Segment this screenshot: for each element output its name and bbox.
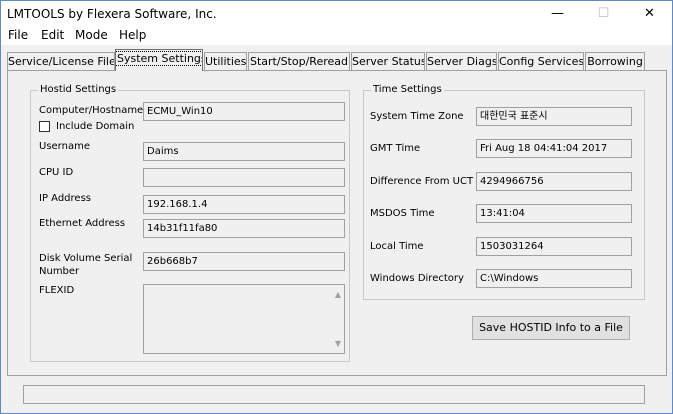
tab-start-stop-reread[interactable]: Start/Stop/Reread	[248, 52, 350, 71]
flexid-list[interactable]: ▲ ▼	[143, 284, 345, 354]
ip-address-field[interactable]: 192.168.1.4	[143, 195, 345, 214]
msdos-time-field[interactable]: 13:41:04	[476, 204, 632, 223]
disk-volume-serial-field[interactable]: 26b668b7	[143, 252, 345, 271]
window-title: LMTOOLS by Flexera Software, Inc.	[7, 7, 217, 21]
menu-edit[interactable]: Edit	[41, 28, 64, 42]
menu-file[interactable]: File	[8, 28, 28, 42]
windows-directory-field[interactable]: C:\Windows	[476, 269, 632, 288]
difference-from-uct-label: Difference From UCT	[370, 176, 474, 187]
tab-utilities[interactable]: Utilities	[204, 52, 247, 71]
tab-system-settings[interactable]: System Settings	[115, 49, 203, 71]
computer-hostname-field[interactable]: ECMU_Win10	[143, 102, 345, 121]
difference-from-uct-field[interactable]: 4294966756	[476, 172, 632, 191]
hostid-settings-title: Hostid Settings	[38, 84, 119, 95]
menu-bar: File Edit Mode Help	[1, 27, 672, 45]
disk-volume-serial-label-line2: Number	[39, 266, 80, 277]
gmt-time-label: GMT Time	[370, 143, 421, 154]
local-time-field[interactable]: 1503031264	[476, 237, 632, 256]
tab-server-status[interactable]: Server Status	[351, 52, 425, 71]
time-settings-group: Time Settings System Time Zone 대한민국 표준시 …	[363, 84, 645, 300]
tab-label: Server Status	[352, 55, 425, 68]
include-domain-label: Include Domain	[56, 121, 135, 132]
tab-borrowing[interactable]: Borrowing	[585, 52, 645, 71]
title-bar: LMTOOLS by Flexera Software, Inc. — ☐ ✕	[1, 1, 672, 27]
tab-label: Service/License File	[8, 55, 115, 68]
close-button[interactable]: ✕	[627, 1, 672, 27]
tab-label: Config Services	[499, 55, 584, 68]
tab-label: Server Diags	[427, 55, 497, 68]
username-label: Username	[39, 141, 90, 152]
system-time-zone-field[interactable]: 대한민국 표준시	[476, 107, 632, 126]
maximize-button[interactable]: ☐	[581, 1, 626, 27]
tab-label: Start/Stop/Reread	[250, 55, 348, 68]
gmt-time-field[interactable]: Fri Aug 18 04:41:04 2017	[476, 139, 632, 158]
computer-hostname-label: Computer/Hostname	[39, 105, 144, 116]
status-bar	[23, 385, 645, 404]
ethernet-address-label: Ethernet Address	[39, 218, 126, 229]
ip-address-label: IP Address	[39, 193, 91, 204]
save-hostid-button[interactable]: Save HOSTID Info to a File	[472, 316, 630, 340]
hostid-settings-group: Hostid Settings Computer/Hostname ECMU_W…	[30, 84, 350, 362]
username-field[interactable]: Daims	[143, 142, 345, 161]
menu-help[interactable]: Help	[119, 28, 146, 42]
menu-mode[interactable]: Mode	[75, 28, 108, 42]
tab-label: Utilities	[205, 55, 247, 68]
cpu-id-label: CPU ID	[39, 167, 74, 178]
msdos-time-label: MSDOS Time	[370, 208, 435, 219]
cpu-id-field[interactable]	[143, 168, 345, 187]
minimize-button[interactable]: —	[535, 1, 580, 27]
tab-label: Borrowing	[587, 55, 643, 68]
tab-server-diags[interactable]: Server Diags	[426, 52, 497, 71]
tab-strip: Service/License File System Settings Uti…	[7, 49, 667, 71]
local-time-label: Local Time	[370, 241, 424, 252]
tab-label: System Settings	[116, 51, 202, 66]
scroll-up-icon[interactable]: ▲	[335, 290, 341, 299]
scroll-down-icon[interactable]: ▼	[335, 339, 341, 348]
windows-directory-label: Windows Directory	[370, 273, 464, 284]
tab-config-services[interactable]: Config Services	[498, 52, 584, 71]
time-settings-title: Time Settings	[371, 84, 444, 95]
lmtools-window: LMTOOLS by Flexera Software, Inc. — ☐ ✕ …	[0, 0, 673, 414]
ethernet-address-field[interactable]: 14b31f11fa80	[143, 219, 345, 238]
system-time-zone-label: System Time Zone	[370, 111, 464, 122]
include-domain-checkbox[interactable]	[39, 121, 50, 132]
flexid-label: FLEXID	[39, 285, 75, 296]
tab-service-license-file[interactable]: Service/License File	[7, 52, 115, 71]
system-settings-panel: Hostid Settings Computer/Hostname ECMU_W…	[7, 70, 667, 376]
disk-volume-serial-label: Disk Volume Serial	[39, 253, 133, 264]
